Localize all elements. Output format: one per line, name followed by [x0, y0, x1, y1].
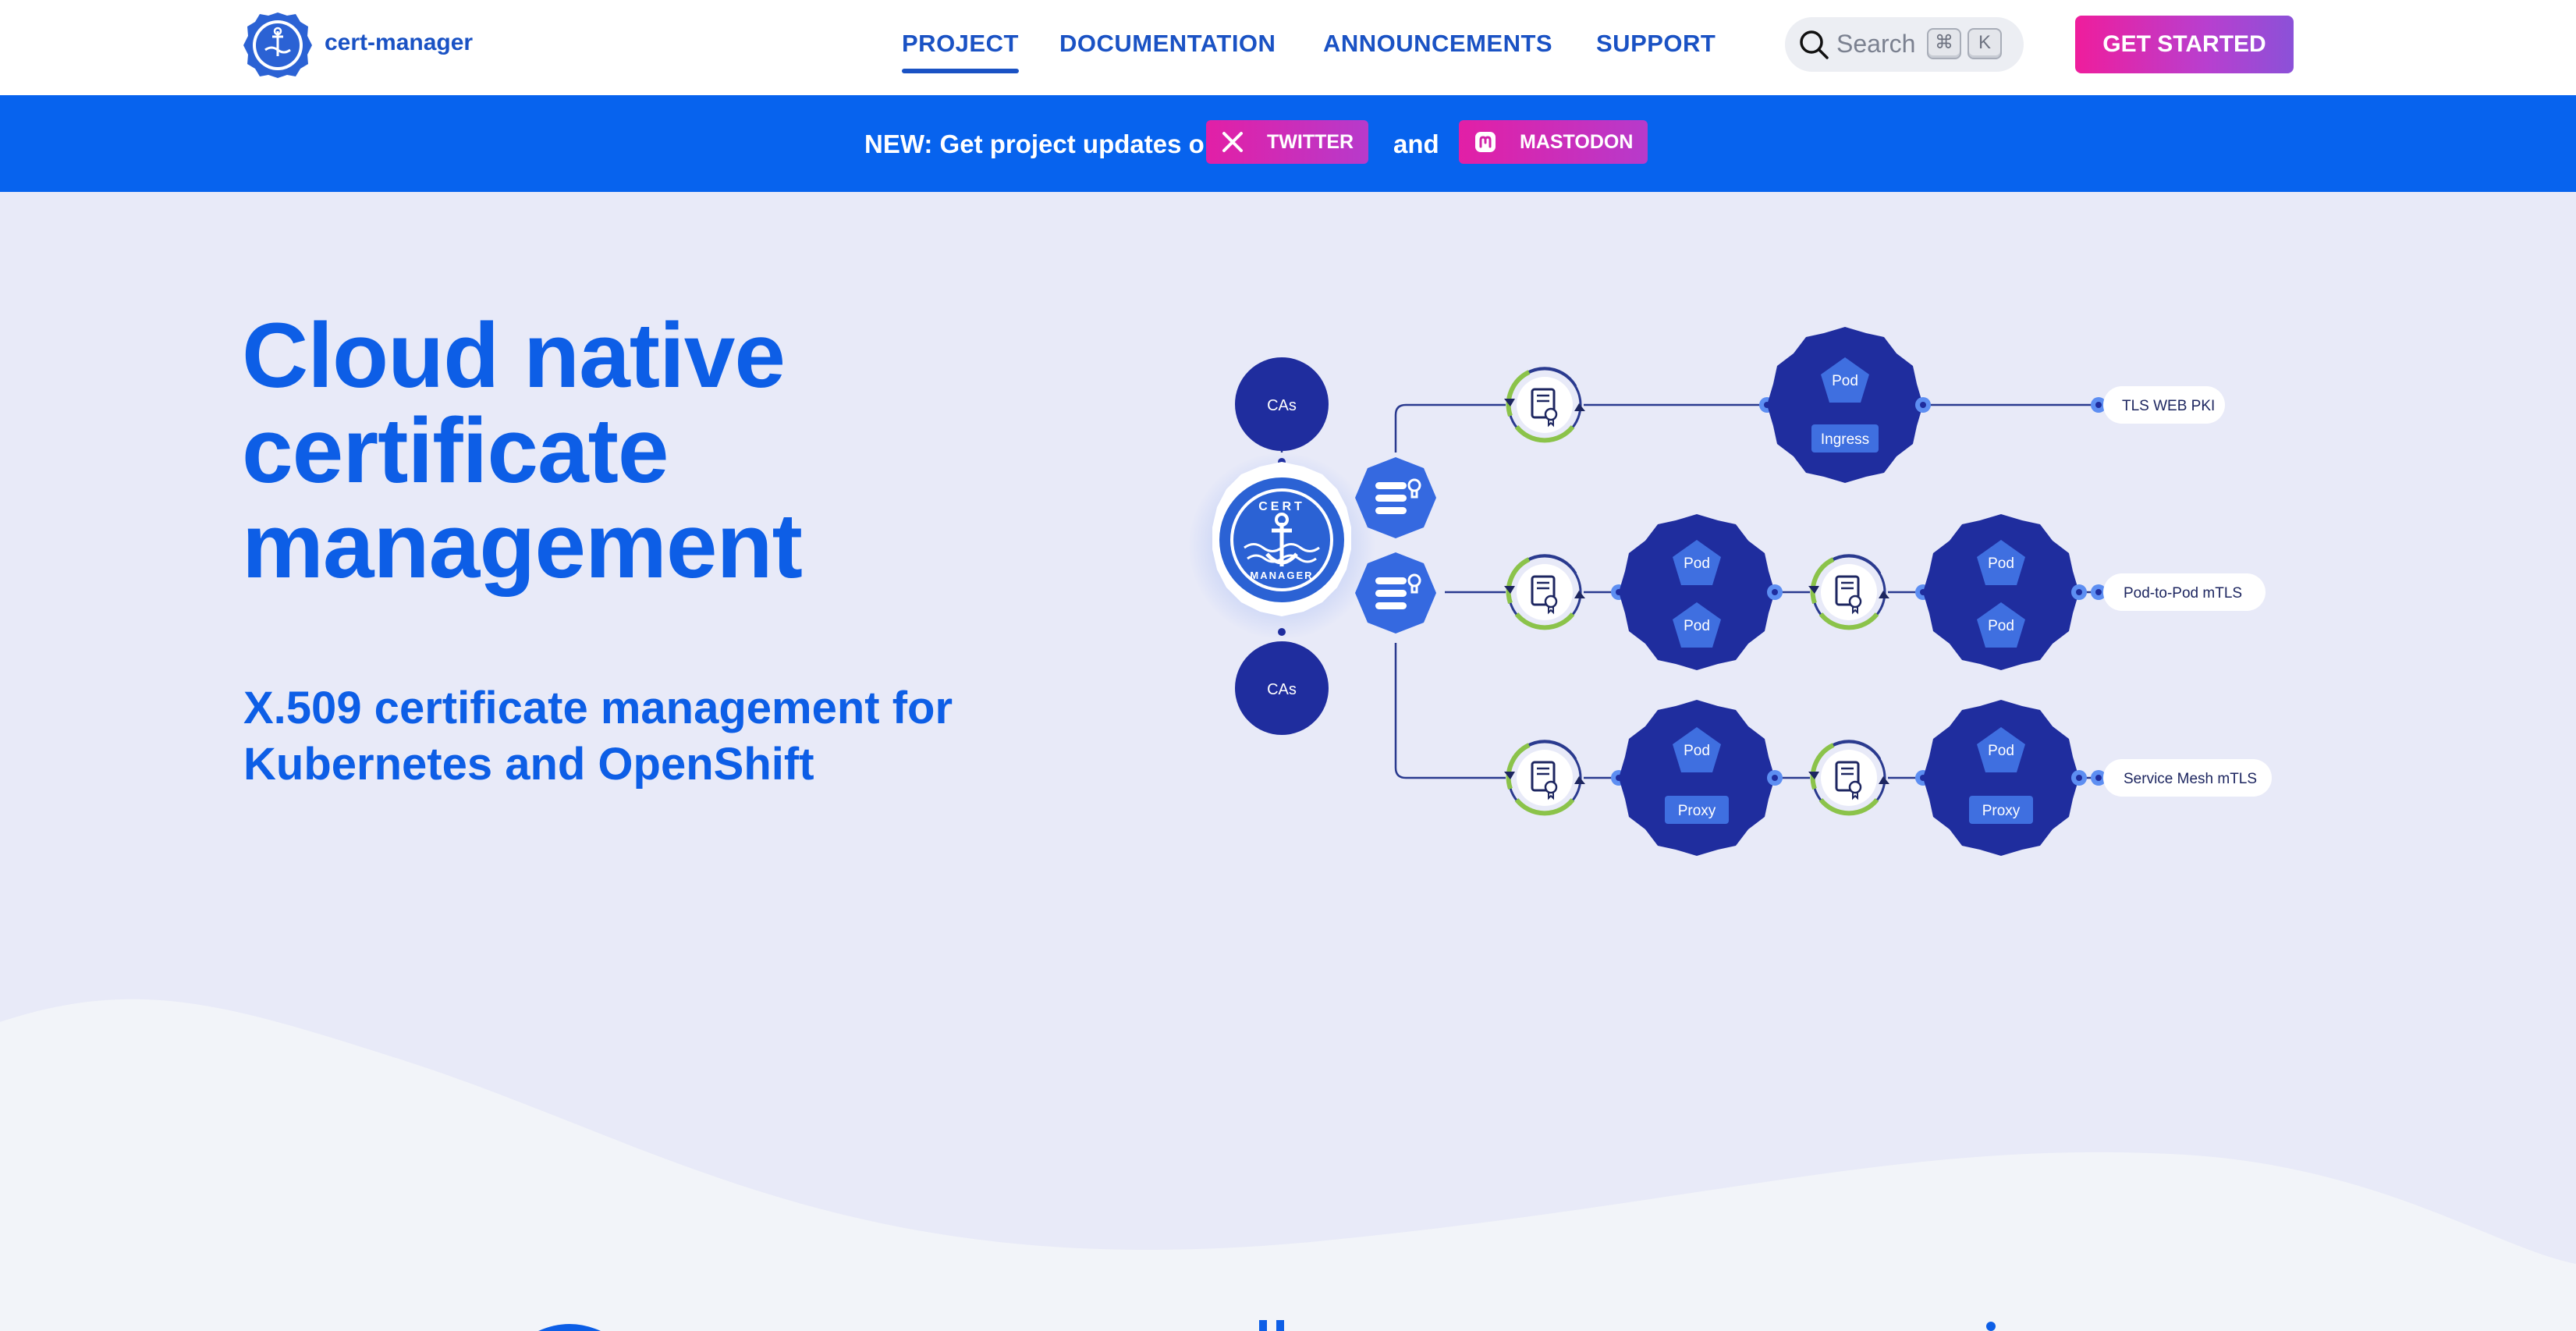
pod-label: Pod	[1684, 555, 1710, 572]
pod-label: Pod	[1684, 618, 1710, 634]
ca-node-top: CAs	[1235, 357, 1329, 451]
proxy-label: Proxy	[1678, 803, 1716, 819]
issuer-icon	[1354, 551, 1438, 635]
cert-manager-central-logo: CERT MANAGER	[1188, 453, 1375, 640]
pod-pair-node: Pod Pod	[1619, 514, 1775, 670]
certificate-icon	[1808, 739, 1889, 817]
endpoint-service-mesh-mtls: Service Mesh mTLS	[2103, 759, 2272, 797]
top-navbar: cert-manager PROJECT DOCUMENTATION ANNOU…	[0, 0, 2576, 95]
x-twitter-icon	[1222, 132, 1243, 152]
certificate-icon	[1808, 553, 1889, 631]
banner-text: NEW: Get project updates on	[864, 130, 1220, 158]
endpoint-label: Pod-to-Pod mTLS	[2124, 585, 2242, 602]
hero-subtitle-line: Kubernetes and OpenShift	[243, 739, 814, 790]
get-started-button[interactable]: GET STARTED	[2075, 16, 2294, 73]
ingress-label: Ingress	[1821, 431, 1869, 448]
cert-manager-logo-icon[interactable]	[243, 11, 312, 80]
issuer-icon	[1354, 456, 1438, 540]
hero-subtitle-line: X.509 certificate management for	[243, 683, 953, 733]
nav-item-support[interactable]: SUPPORT	[1596, 30, 1716, 58]
banner-and-text: and	[1393, 130, 1439, 158]
pod-label: Pod	[1832, 373, 1858, 389]
certificate-icon	[1504, 739, 1585, 817]
endpoint-label: Service Mesh mTLS	[2124, 771, 2257, 787]
logo-text-cert: CERT	[1258, 500, 1305, 513]
hero-subtitle: X.509 certificate management for Kuberne…	[243, 680, 953, 793]
decorative-wave	[0, 999, 2576, 1331]
ca-node-bottom: CAs	[1235, 641, 1329, 735]
nav-item-project[interactable]: PROJECT	[902, 30, 1019, 73]
announcement-banner: NEW: Get project updates on TWITTER and …	[0, 95, 2576, 192]
twitter-label: TWITTER	[1267, 131, 1354, 153]
logo-text-manager: MANAGER	[1250, 570, 1313, 581]
certificate-icon	[1504, 553, 1585, 631]
hero-title: Cloud native certificate management	[242, 304, 803, 598]
shortcut-key-k: K	[1967, 28, 2002, 59]
ca-label: CAs	[1267, 397, 1297, 414]
mastodon-icon	[1475, 132, 1496, 152]
certificate-icon	[1504, 366, 1585, 444]
ca-label: CAs	[1267, 681, 1297, 698]
mastodon-button[interactable]: MASTODON	[1459, 120, 1648, 164]
next-section-peek	[538, 1320, 1996, 1331]
nav-item-documentation[interactable]: DOCUMENTATION	[1059, 30, 1276, 58]
hero-title-line: management	[242, 495, 803, 598]
pod-ingress-node: Pod Ingress	[1767, 327, 1923, 483]
endpoint-pod-to-pod-mtls: Pod-to-Pod mTLS	[2103, 573, 2266, 611]
search-placeholder: Search	[1836, 30, 1916, 58]
hero-title-line: Cloud native	[242, 304, 786, 407]
architecture-diagram: CAs CERT MANAGER CAs Pod Ingress TLS WEB…	[1188, 327, 2272, 856]
pod-proxy-node: Pod Proxy	[1619, 700, 1775, 856]
pod-label: Pod	[1988, 618, 2014, 634]
pod-label: Pod	[1684, 743, 1710, 759]
shortcut-key-cmd: ⌘	[1927, 28, 1961, 59]
search-box[interactable]: Search ⌘ K	[1785, 17, 2024, 72]
nav-item-announcements[interactable]: ANNOUNCEMENTS	[1323, 30, 1552, 58]
brand-name[interactable]: cert-manager	[325, 30, 473, 56]
mastodon-label: MASTODON	[1520, 131, 1634, 153]
pod-pair-node: Pod Pod	[1923, 514, 2079, 670]
endpoint-tls-web-pki: TLS WEB PKI	[2103, 386, 2225, 424]
endpoint-label: TLS WEB PKI	[2122, 398, 2215, 414]
pod-proxy-node: Pod Proxy	[1923, 700, 2079, 856]
pod-label: Pod	[1988, 555, 2014, 572]
hero-title-line: certificate	[242, 399, 669, 502]
proxy-label: Proxy	[1982, 803, 2021, 819]
search-icon	[1800, 30, 1829, 59]
twitter-button[interactable]: TWITTER	[1206, 120, 1368, 164]
pod-label: Pod	[1988, 743, 2014, 759]
